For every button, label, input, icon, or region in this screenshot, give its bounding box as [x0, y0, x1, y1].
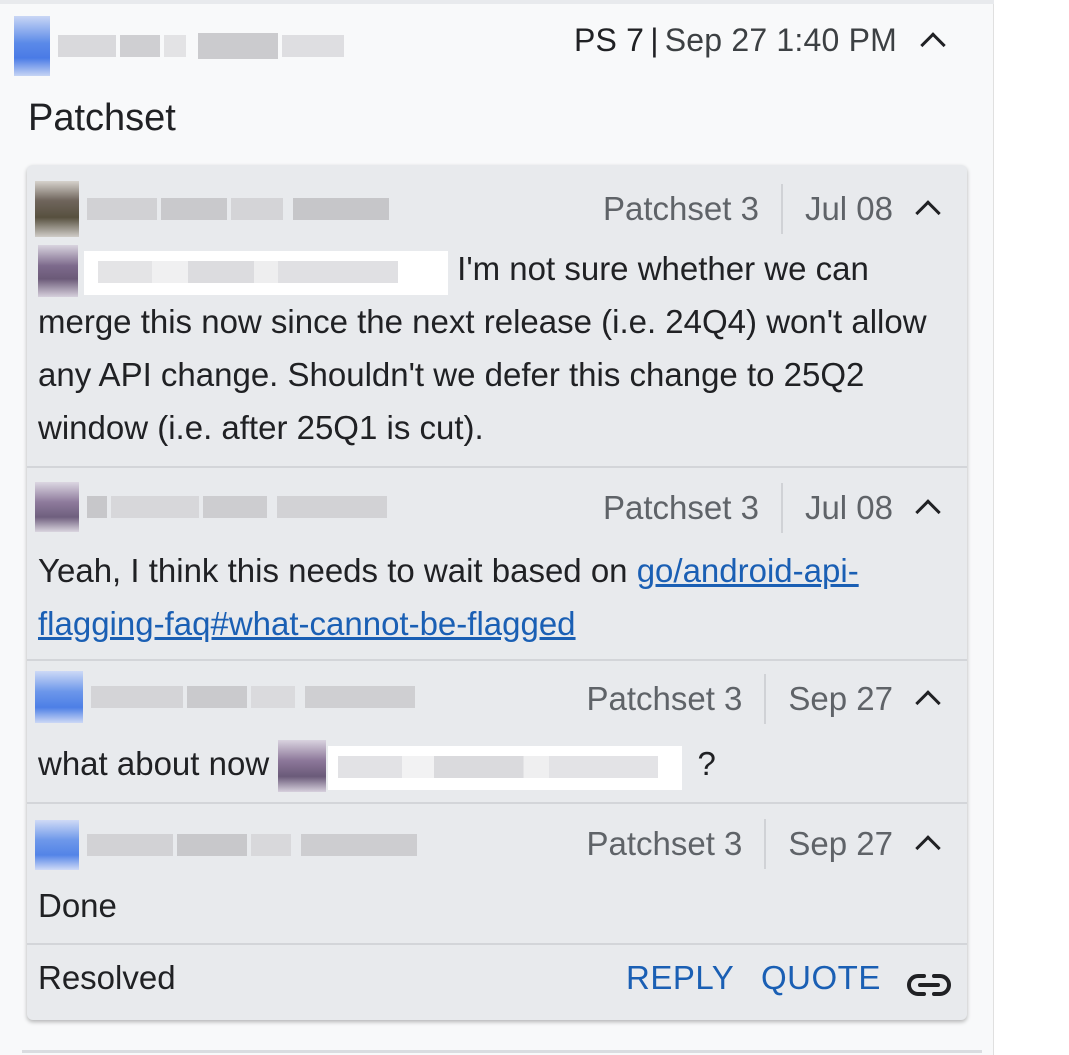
redacted-mention: [278, 740, 688, 793]
redacted-mention: [38, 245, 448, 298]
redacted-author-name: [35, 671, 419, 723]
comment-thread: Patchset 3 Jul 08 I'm not sure whether w…: [27, 165, 967, 1020]
avatar: [35, 671, 83, 723]
comment-item: Patchset 3 Sep 27 Done: [27, 804, 967, 945]
reply-button[interactable]: REPLY: [626, 959, 734, 997]
comment-date: Sep 27: [764, 819, 919, 869]
comment-date: Sep 27: [764, 674, 919, 724]
comment-text: I'm not sure whether we can merge this n…: [38, 242, 953, 454]
thread-footer: Resolved REPLY QUOTE: [27, 945, 967, 1020]
avatar: [35, 482, 79, 532]
chevron-up-icon[interactable]: [915, 835, 941, 861]
top-divider: [0, 0, 994, 4]
avatar: [35, 820, 79, 870]
comment-patchset: Patchset 3: [603, 190, 759, 227]
comment-patchset: Patchset 3: [586, 825, 743, 862]
comment-item: Patchset 3 Jul 08 I'm not sure whether w…: [27, 165, 967, 468]
bottom-divider: [22, 1050, 982, 1053]
comment-patchset: Patchset 3: [603, 489, 759, 526]
comment-meta: Patchset 3 Sep 27: [586, 818, 967, 870]
avatar: [14, 16, 50, 76]
redacted-author-name: [14, 16, 348, 76]
avatar: [35, 181, 79, 237]
comment-meta: Patchset 3 Sep 27: [586, 673, 967, 725]
link-icon[interactable]: [907, 972, 951, 998]
redacted-author-name: [35, 820, 421, 870]
change-message-panel: PS 7 | Sep 27 1:40 PM Patchset Patchset 3 …: [0, 0, 994, 1055]
comment-text: Done: [38, 879, 953, 932]
redacted-author-name: [35, 181, 393, 237]
message-timestamp: Sep 27 1:40 PM: [664, 22, 897, 58]
comment-date: Jul 08: [780, 184, 919, 234]
comment-body-text: Done: [38, 887, 117, 924]
quote-button[interactable]: QUOTE: [761, 959, 881, 997]
comment-meta: Patchset 3 Jul 08: [603, 183, 967, 235]
chevron-up-icon[interactable]: [915, 499, 941, 525]
comment-patchset: Patchset 3: [586, 680, 743, 717]
comment-body-suffix: ?: [697, 745, 716, 782]
patchset-number: PS 7: [574, 22, 645, 58]
comment-body-text: Yeah, I think this needs to wait based o…: [38, 552, 637, 589]
comment-meta: Patchset 3 Jul 08: [603, 482, 967, 534]
comment-body-text: what about now: [38, 745, 270, 782]
redacted-author-name: [35, 482, 391, 532]
comment-item: Patchset 3 Jul 08 Yeah, I think this nee…: [27, 468, 967, 661]
comment-item: Patchset 3 Sep 27 what about now ?: [27, 661, 967, 804]
chevron-up-icon[interactable]: [915, 200, 941, 226]
chevron-up-icon[interactable]: [920, 32, 946, 58]
chevron-up-icon[interactable]: [915, 690, 941, 716]
section-title: Patchset: [28, 97, 176, 139]
comment-text: what about now ?: [38, 737, 953, 793]
resolved-status: Resolved: [38, 959, 176, 996]
meta-separator: |: [650, 22, 659, 58]
comment-date: Jul 08: [780, 483, 919, 533]
comment-text: Yeah, I think this needs to wait based o…: [38, 544, 953, 650]
header-meta: PS 7 | Sep 27 1:40 PM: [574, 22, 897, 59]
